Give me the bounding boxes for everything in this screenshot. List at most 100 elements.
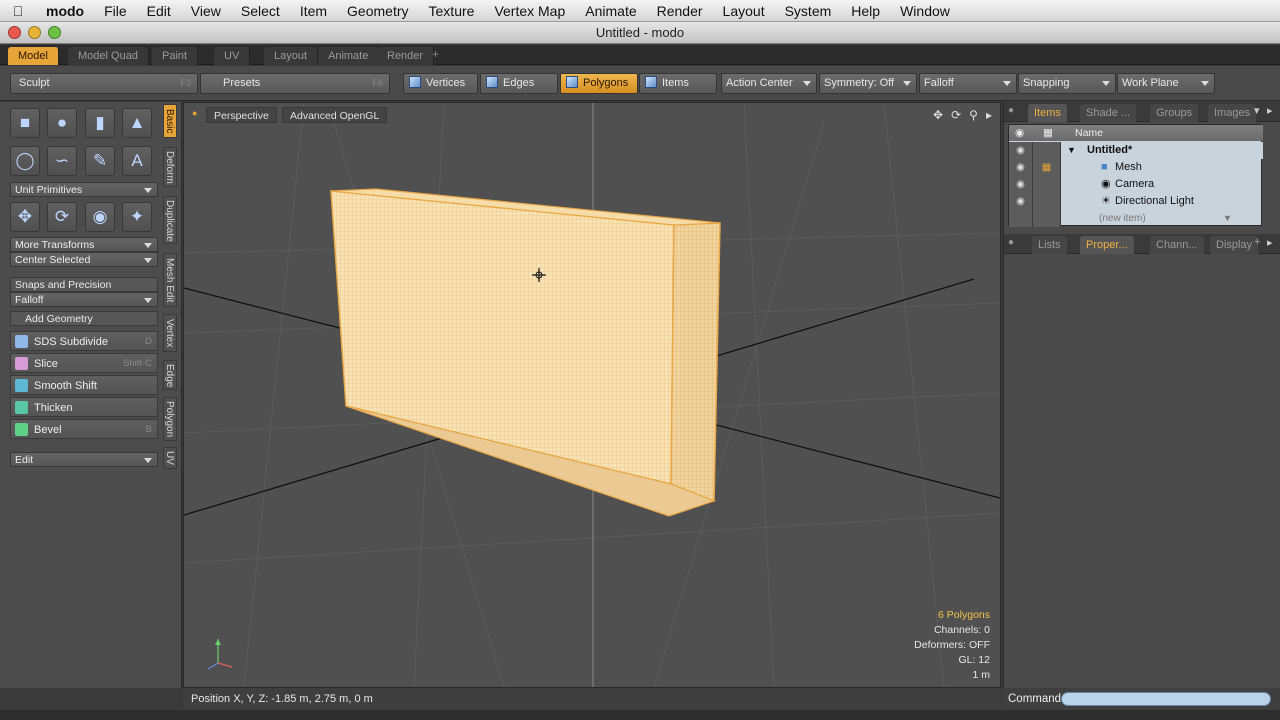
expand-arrow-icon[interactable]: ▸ [1267,104,1273,117]
items-mode-button[interactable]: Items [639,73,717,94]
tab-paint[interactable]: Paint [152,47,199,65]
panel-options-icon[interactable]: ● [1008,105,1014,116]
sds-subdivide-button[interactable]: SDS Subdivide D [10,331,158,351]
falloff-panel-dropdown[interactable]: Falloff [10,292,158,307]
menu-render[interactable]: Render [647,0,713,22]
view-type-button[interactable]: Perspective [206,107,277,123]
menu-geometry[interactable]: Geometry [337,0,418,22]
eye-icon[interactable]: ◉ [1009,159,1033,176]
apple-icon[interactable]:  [0,3,36,19]
box-mesh[interactable] [330,188,721,517]
tab-uv[interactable]: UV [214,47,251,65]
expand-arrow-icon[interactable]: ▸ [986,108,992,122]
vtab-basic[interactable]: Basic [163,104,177,138]
menu-texture[interactable]: Texture [419,0,485,22]
vtab-polygon[interactable]: Polygon [163,397,177,441]
pen-tool-button[interactable]: ✎ [85,146,115,176]
snapping-dropdown[interactable]: Snapping [1018,73,1116,94]
name-column-header[interactable]: Name [1075,125,1103,141]
chevron-down-icon[interactable]: ▾ [1254,104,1260,117]
edit-dropdown[interactable]: Edit [10,452,158,467]
render-mode-button[interactable]: Advanced OpenGL [282,107,388,123]
menu-system[interactable]: System [775,0,842,22]
tab-layout[interactable]: Layout [264,47,319,65]
menu-select[interactable]: Select [231,0,290,22]
edges-mode-button[interactable]: Edges [480,73,558,94]
snaps-and-precision-label[interactable]: Snaps and Precision [10,277,158,292]
chevron-down-icon[interactable]: ▼ [1223,210,1232,227]
panel-options-icon[interactable]: ● [1008,237,1014,248]
tab-model-quad[interactable]: Model Quad [68,47,149,65]
expand-triangle-icon[interactable]: ▼ [1067,142,1076,159]
menu-help[interactable]: Help [841,0,890,22]
vtab-edge[interactable]: Edge [163,360,177,390]
add-tab-icon[interactable]: + [432,47,439,61]
tab-channels[interactable]: Chann... [1150,236,1204,254]
unit-primitives-dropdown[interactable]: Unit Primitives [10,182,158,197]
capsule-primitive-button[interactable]: ∽ [47,146,77,176]
tab-groups[interactable]: Groups [1150,104,1199,122]
menu-item[interactable]: Item [290,0,337,22]
scale-tool-button[interactable]: ◉ [85,202,115,232]
tab-lists[interactable]: Lists [1032,236,1067,254]
item-row-light[interactable]: ◉ ☀ Directional Light [1009,193,1263,210]
viewport-options-icon[interactable]: ● [192,108,197,118]
sphere-primitive-button[interactable]: ● [47,108,77,138]
thicken-button[interactable]: Thicken [10,397,158,417]
move-tool-button[interactable]: ✥ [10,202,40,232]
item-row-scene[interactable]: ◉ ▼ Untitled* [1009,142,1263,159]
bevel-button[interactable]: Bevel B [10,419,158,439]
menu-view[interactable]: View [181,0,231,22]
orbit-icon[interactable]: ⟳ [951,108,961,122]
menu-window[interactable]: Window [890,0,960,22]
cone-primitive-button[interactable]: ▲ [122,108,152,138]
cube-primitive-button[interactable]: ■ [10,108,40,138]
item-row-camera[interactable]: ◉ ◉ Camera [1009,176,1263,193]
mesh-lock-icon[interactable]: ▦ [1033,159,1061,176]
torus-primitive-button[interactable]: ◯ [10,146,40,176]
item-row-new[interactable]: (new item) ▼ [1009,210,1263,227]
tab-render[interactable]: Render [377,47,435,65]
eye-icon[interactable]: ◉ [1009,193,1033,210]
symmetry-dropdown[interactable]: Symmetry: Off [819,73,917,94]
app-menu[interactable]: modo [36,0,94,22]
vtab-mesh-edit[interactable]: Mesh Edit [163,253,177,307]
tab-model[interactable]: Model [8,47,59,65]
menu-vertex-map[interactable]: Vertex Map [484,0,575,22]
menu-layout[interactable]: Layout [713,0,775,22]
expand-arrow-icon[interactable]: ▸ [1267,236,1273,249]
vtab-duplicate[interactable]: Duplicate [163,196,177,244]
action-center-dropdown[interactable]: Action Center [721,73,817,94]
rotate-tool-button[interactable]: ⟳ [47,202,77,232]
menu-file[interactable]: File [94,0,137,22]
more-transforms-dropdown[interactable]: More Transforms [10,237,158,252]
eye-icon[interactable]: ◉ [1009,142,1033,159]
transform-tool-button[interactable]: ✦ [122,202,152,232]
presets-button[interactable]: Presets F6 [200,73,390,94]
add-geometry-section[interactable]: Add Geometry [10,311,158,326]
smooth-shift-button[interactable]: Smooth Shift [10,375,158,395]
zoom-icon[interactable]: ⚲ [969,108,978,122]
vtab-uv[interactable]: UV [163,447,177,469]
falloff-dropdown[interactable]: Falloff [919,73,1017,94]
eye-icon[interactable]: ◉ [1009,176,1033,193]
item-row-mesh[interactable]: ◉ ▦ ■ Mesh [1009,159,1263,176]
3d-viewport[interactable]: ● Perspective Advanced OpenGL ✥ ⟳ ⚲ ▸ 6 … [183,102,1001,688]
work-plane-dropdown[interactable]: Work Plane [1117,73,1215,94]
vtab-deform[interactable]: Deform [163,147,177,187]
vtab-vertex[interactable]: Vertex [163,314,177,352]
tab-shader[interactable]: Shade ... [1080,104,1137,122]
tab-images[interactable]: Images [1208,104,1257,122]
sculpt-button[interactable]: Sculpt F3 [10,73,198,94]
menu-edit[interactable]: Edit [137,0,181,22]
slice-button[interactable]: Slice Shift-C [10,353,158,373]
polygons-mode-button[interactable]: Polygons [560,73,638,94]
tab-items[interactable]: Items [1028,104,1067,122]
cylinder-primitive-button[interactable]: ▮ [85,108,115,138]
tab-animate[interactable]: Animate [318,47,380,65]
menu-animate[interactable]: Animate [575,0,646,22]
pan-icon[interactable]: ✥ [933,108,943,122]
text-tool-button[interactable]: A [122,146,152,176]
add-tab-icon[interactable]: + [1254,236,1260,248]
tab-properties[interactable]: Proper... [1080,236,1134,254]
